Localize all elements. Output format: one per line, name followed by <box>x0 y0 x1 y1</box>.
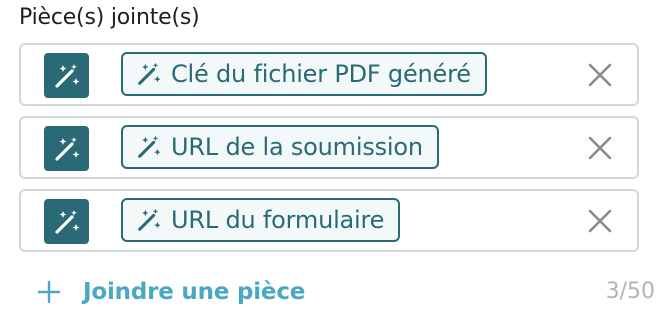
magic-wand-icon <box>54 209 79 234</box>
remove-attachment-button[interactable] <box>587 208 613 234</box>
attachment-row: URL de la soumission <box>19 116 639 179</box>
add-attachment-label: Joindre une pièce <box>83 279 306 305</box>
close-icon <box>588 136 612 160</box>
attachments-section-label: Pièce(s) jointe(s) <box>19 5 200 30</box>
magic-wand-icon <box>54 136 79 161</box>
variable-token[interactable]: Clé du fichier PDF généré <box>121 52 487 96</box>
magic-wand-icon <box>138 135 161 158</box>
close-icon <box>588 63 612 87</box>
plus-icon <box>37 280 61 304</box>
remove-attachment-button[interactable] <box>587 62 613 88</box>
add-attachment-button[interactable]: Joindre une pièce <box>37 270 305 314</box>
magic-wand-icon <box>138 62 161 85</box>
magic-wand-button[interactable] <box>44 53 89 98</box>
attachment-row: Clé du fichier PDF généré <box>19 43 639 106</box>
variable-token-label: Clé du fichier PDF généré <box>171 60 471 88</box>
variable-token[interactable]: URL du formulaire <box>121 198 401 242</box>
variable-token[interactable]: URL de la soumission <box>121 125 439 169</box>
remove-attachment-button[interactable] <box>587 135 613 161</box>
attachment-counter: 3/50 <box>605 279 655 304</box>
close-icon <box>588 209 612 233</box>
magic-wand-icon <box>54 63 79 88</box>
attachments-footer: Joindre une pièce 3/50 <box>19 270 655 314</box>
magic-wand-icon <box>138 208 161 231</box>
variable-token-label: URL du formulaire <box>171 206 385 234</box>
variable-token-label: URL de la soumission <box>171 133 423 161</box>
magic-wand-button[interactable] <box>44 126 89 171</box>
attachments-list: Clé du fichier PDF généré URL de la soum… <box>19 43 639 262</box>
attachment-row: URL du formulaire <box>19 189 639 252</box>
magic-wand-button[interactable] <box>44 199 89 244</box>
